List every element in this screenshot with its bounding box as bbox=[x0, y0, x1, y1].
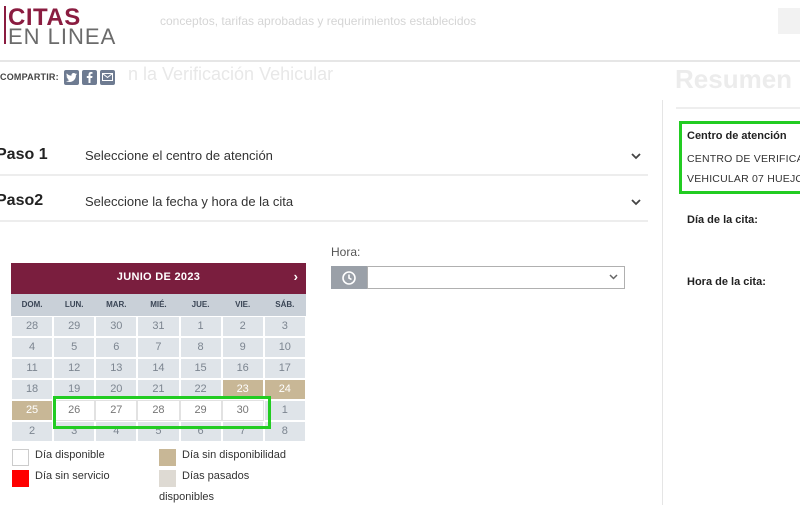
calendar-day: 15 bbox=[179, 358, 222, 379]
faded-resumen-title: Resumen d bbox=[675, 64, 800, 94]
legend-swatch-disponible bbox=[12, 449, 29, 466]
calendar-day: 2 bbox=[221, 316, 264, 337]
legend-sin-servicio: Día sin servicio bbox=[12, 470, 110, 487]
legend-label: Día sin disponibilidad bbox=[182, 449, 286, 461]
legend-pasados: Días pasados bbox=[159, 470, 249, 487]
calendar-day: 8 bbox=[179, 337, 222, 358]
share-bar: COMPARTIR: bbox=[0, 68, 115, 86]
calendar-day: 31 bbox=[137, 316, 180, 337]
calendar-day: 28 bbox=[11, 316, 54, 337]
facebook-icon[interactable] bbox=[81, 69, 97, 85]
calendar-day: 16 bbox=[221, 358, 264, 379]
faded-page-title: n la Verificación Vehicular bbox=[128, 64, 334, 84]
hora-select[interactable] bbox=[367, 266, 625, 289]
citas-en-linea-logo[interactable]: CITAS EN LINEA bbox=[0, 2, 146, 50]
calendar-month-title: JUNIO DE 2023 bbox=[116, 271, 201, 283]
calendar-day: 13 bbox=[95, 358, 138, 379]
calendar-day: 18 bbox=[11, 379, 54, 400]
calendar-day: 30 bbox=[95, 316, 138, 337]
calendar-day: 25 bbox=[11, 400, 54, 421]
logo-linea-text: EN LINEA bbox=[8, 24, 117, 49]
legend-disponible: Día disponible bbox=[12, 449, 105, 466]
calendar-day: 3 bbox=[263, 316, 306, 337]
calendar-day: 4 bbox=[11, 337, 54, 358]
calendar-header: JUNIO DE 2023 › bbox=[11, 263, 306, 294]
step-1-accordion[interactable]: Paso 1 Seleccione el centro de atención bbox=[0, 146, 648, 176]
legend-swatch-sin-servicio bbox=[12, 470, 29, 487]
weekday-label: MAR. bbox=[106, 300, 127, 309]
calendar-day: 6 bbox=[95, 337, 138, 358]
logo-bar bbox=[4, 6, 6, 44]
legend-label-pasados-cont: disponibles bbox=[159, 491, 215, 503]
step-2-accordion[interactable]: Paso2 Seleccione la fecha y hora de la c… bbox=[0, 192, 648, 222]
weekday-label: LUN. bbox=[64, 300, 84, 309]
legend-label: Días pasados bbox=[182, 470, 250, 482]
calendar-day: 29 bbox=[53, 316, 96, 337]
step-2-number: Paso2 bbox=[0, 192, 44, 209]
calendar-day: 7 bbox=[137, 337, 180, 358]
weekday-label: SÁB. bbox=[275, 300, 295, 309]
calendar-day: 2 bbox=[11, 421, 54, 442]
panel-divider bbox=[662, 100, 663, 505]
twitter-icon[interactable] bbox=[63, 69, 79, 85]
email-icon[interactable] bbox=[99, 69, 115, 85]
calendar-weekday-row: DOM. LUN. MAR. MIÉ. JUE. VIE. SÁB. bbox=[11, 294, 306, 316]
header: CITAS EN LINEA conceptos, tarifas aproba… bbox=[0, 0, 800, 62]
step-1-number: Paso 1 bbox=[0, 146, 48, 163]
header-faded-text: conceptos, tarifas aprobadas y requerimi… bbox=[160, 14, 477, 28]
highlight-available-days bbox=[53, 396, 271, 429]
calendar-day: 17 bbox=[263, 358, 306, 379]
next-month-button[interactable]: › bbox=[294, 269, 298, 284]
hora-label: Hora: bbox=[331, 245, 361, 259]
chevron-down-icon[interactable] bbox=[630, 150, 642, 162]
calendar-day: 5 bbox=[53, 337, 96, 358]
step-2-text: Seleccione la fecha y hora de la cita bbox=[85, 194, 294, 209]
step-1-text: Seleccione el centro de atención bbox=[85, 148, 273, 163]
legend-swatch-pasados bbox=[159, 470, 176, 487]
resumen-underline bbox=[676, 107, 800, 109]
calendar-day: 9 bbox=[221, 337, 264, 358]
legend-label: Día sin servicio bbox=[35, 470, 110, 482]
share-label: COMPARTIR: bbox=[0, 72, 59, 82]
weekday-label: MIÉ. bbox=[150, 300, 167, 309]
chevron-down-icon bbox=[609, 274, 618, 280]
clock-icon bbox=[331, 266, 367, 289]
weekday-label: VIE. bbox=[235, 300, 251, 309]
weekday-label: JUE. bbox=[191, 300, 210, 309]
dia-cita-label: Día de la cita: bbox=[687, 214, 758, 226]
legend-sin-disponibilidad: Día sin disponibilidad bbox=[159, 449, 286, 466]
highlight-centro bbox=[679, 121, 800, 194]
header-right-block bbox=[778, 8, 800, 34]
calendar-day: 10 bbox=[263, 337, 306, 358]
chevron-down-icon[interactable] bbox=[630, 196, 642, 208]
hora-cita-label: Hora de la cita: bbox=[687, 276, 766, 288]
legend-swatch-sin-disponibilidad bbox=[159, 449, 176, 466]
calendar-day: 14 bbox=[137, 358, 180, 379]
calendar-day: 1 bbox=[179, 316, 222, 337]
legend-label: Día disponible bbox=[35, 449, 105, 461]
calendar-day: 11 bbox=[11, 358, 54, 379]
calendar-day: 12 bbox=[53, 358, 96, 379]
weekday-label: DOM. bbox=[21, 300, 43, 309]
